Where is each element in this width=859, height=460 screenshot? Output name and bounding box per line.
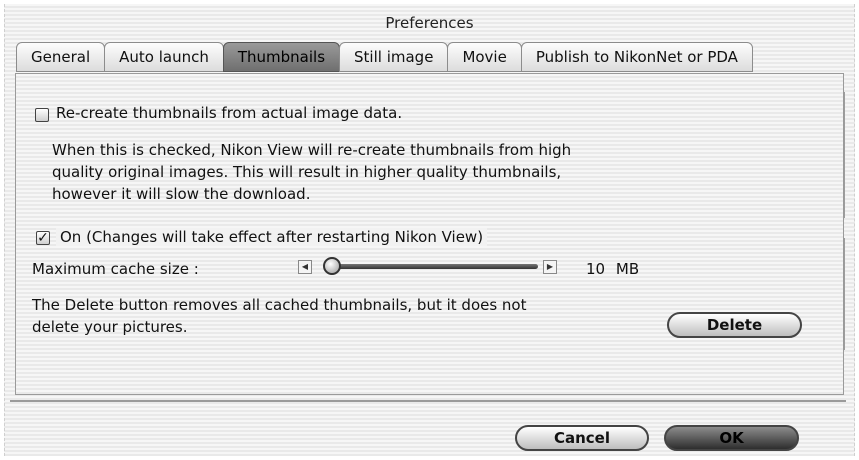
checkmark-icon: ✓	[37, 230, 49, 246]
cache-size-unit: MB	[615, 260, 640, 278]
delete-button[interactable]: Delete	[667, 312, 802, 338]
cache-on-label[interactable]: On (Changes will take effect after resta…	[56, 228, 488, 246]
recreate-checkbox[interactable]	[35, 108, 49, 122]
cache-size-slider-thumb[interactable]	[323, 257, 341, 275]
cache-on-checkbox[interactable]: ✓	[36, 231, 50, 245]
max-cache-size-label: Maximum cache size :	[32, 260, 199, 278]
title-bar[interactable]: Preferences	[5, 4, 854, 40]
cache-size-value: 10	[586, 260, 606, 278]
tab-thumbnails[interactable]: Thumbnails	[222, 42, 341, 72]
ok-button[interactable]: OK	[664, 425, 799, 451]
tab-still-image[interactable]: Still image	[339, 42, 449, 72]
cache-note: The Delete button removes all cached thu…	[32, 294, 527, 338]
cache-note-line: delete your pictures.	[32, 318, 188, 336]
tab-movie[interactable]: Movie	[447, 42, 522, 72]
recreate-checkbox-label[interactable]: Re-create thumbnails from actual image d…	[56, 104, 402, 122]
cache-size-slider-track[interactable]	[326, 264, 538, 269]
recreate-description-line: however it will slow the download.	[52, 185, 311, 203]
slider-decrease-button[interactable]: ◀	[298, 260, 312, 274]
tab-bar: General Auto launch Thumbnails Still ima…	[16, 42, 753, 74]
recreate-description-line: quality original images. This will resul…	[52, 163, 562, 181]
cache-note-line: The Delete button removes all cached thu…	[32, 296, 527, 314]
tab-general[interactable]: General	[16, 42, 106, 72]
tab-publish[interactable]: Publish to NikonNet or PDA	[520, 42, 753, 72]
cache-on-label-text: On (Changes will take effect after resta…	[56, 228, 488, 246]
right-arrow-icon: ▶	[546, 262, 554, 271]
recreate-description: When this is checked, Nikon View will re…	[52, 139, 571, 205]
recreate-description-line: When this is checked, Nikon View will re…	[52, 141, 572, 159]
window-title: Preferences	[385, 14, 474, 32]
tab-auto-launch[interactable]: Auto launch	[104, 42, 224, 72]
slider-increase-button[interactable]: ▶	[543, 260, 557, 274]
cache-size-readout: 10 MB	[586, 260, 639, 278]
left-arrow-icon: ◀	[301, 262, 309, 271]
cancel-button[interactable]: Cancel	[515, 425, 649, 451]
